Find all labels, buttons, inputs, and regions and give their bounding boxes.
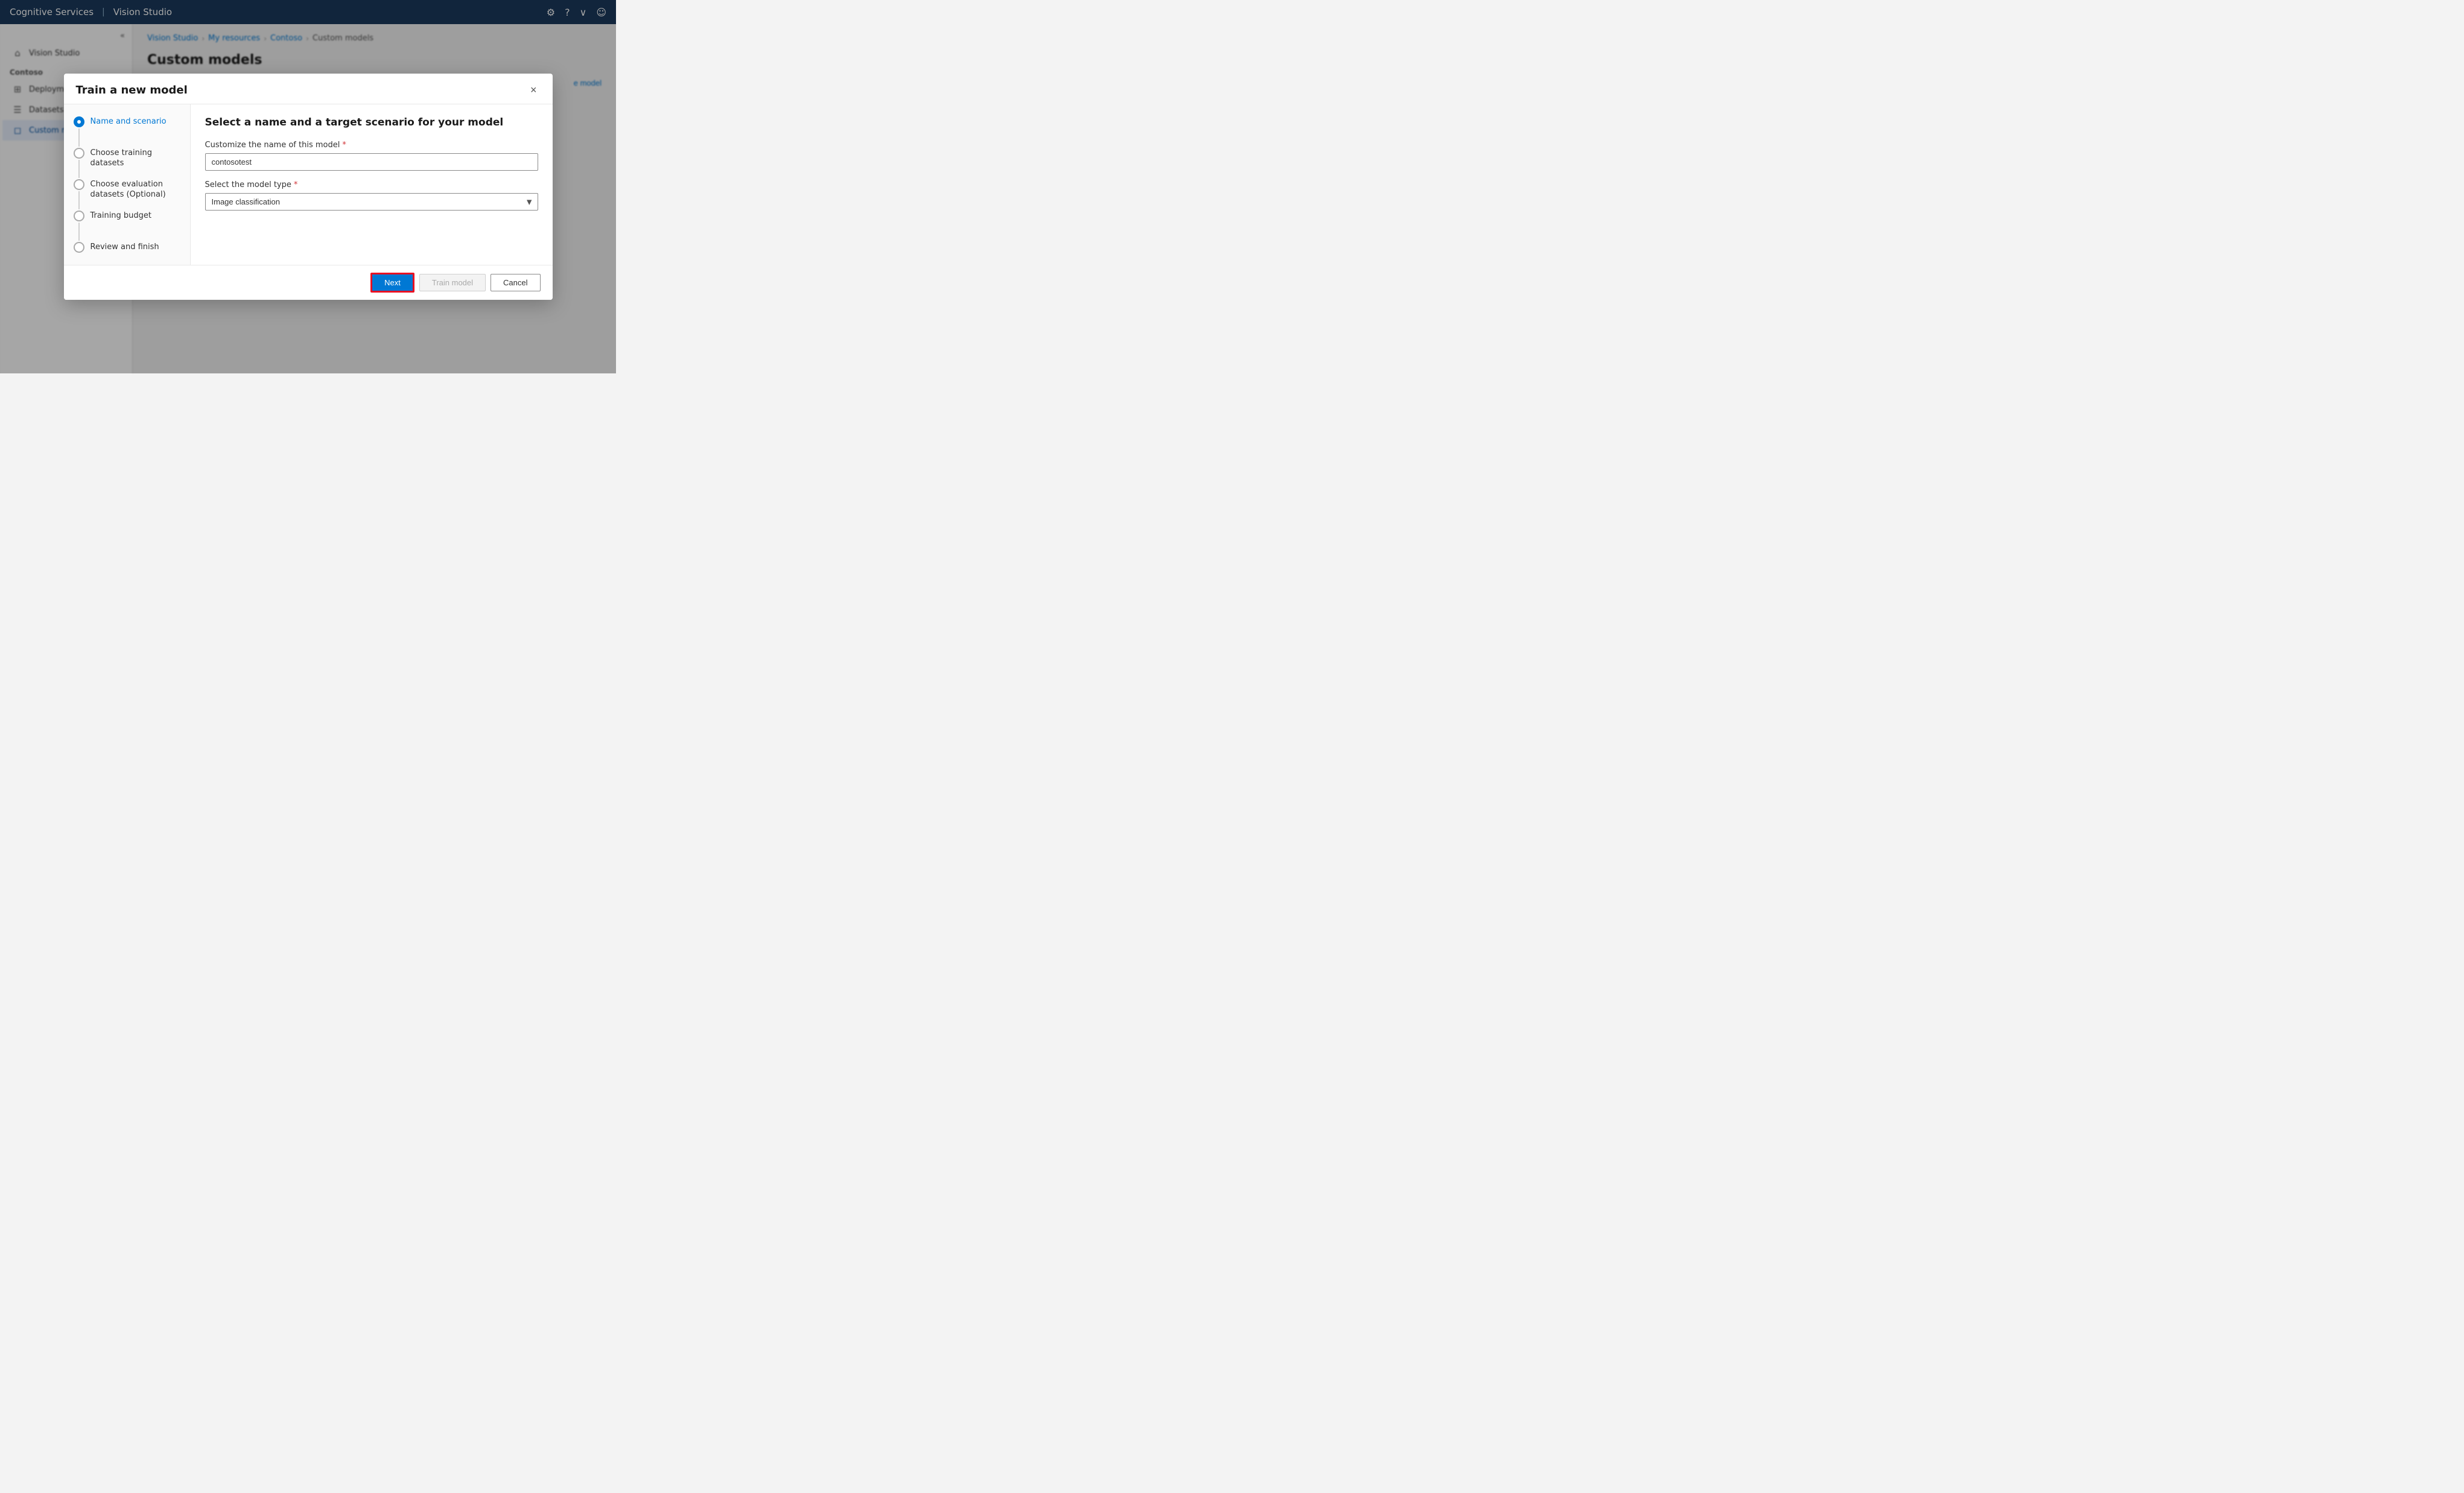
wizard-step-review-finish[interactable]: Review and finish [74,242,180,253]
train-model-button: Train model [419,274,486,291]
wizard-content-panel: Select a name and a target scenario for … [191,104,553,265]
model-name-required: * [342,141,346,150]
step-1-indicator [74,116,84,148]
wizard-step-evaluation-datasets[interactable]: Choose evaluation datasets (Optional) [74,179,180,211]
model-type-field: Select the model type * Image classifica… [205,180,538,211]
model-type-label: Select the model type * [205,180,538,189]
step-1-dot [74,116,84,127]
step-5-dot [74,242,84,253]
model-name-input[interactable] [205,153,538,171]
cancel-button[interactable]: Cancel [491,274,540,291]
step-3-label: Choose evaluation datasets (Optional) [90,179,180,200]
model-type-select-wrapper: Image classification Object detection ▼ [205,193,538,211]
step-4-dot [74,211,84,221]
step-5-label: Review and finish [90,242,159,253]
step-4-label: Training budget [90,211,152,221]
modal-overlay: Train a new model × Name and scenario [0,0,616,373]
dialog-footer: Next Train model Cancel [64,265,553,300]
step-4-line [78,223,80,241]
wizard-content-title: Select a name and a target scenario for … [205,116,538,128]
model-type-select[interactable]: Image classification Object detection [205,193,538,211]
step-3-line [78,191,80,209]
train-model-dialog: Train a new model × Name and scenario [64,74,553,300]
model-name-label: Customize the name of this model * [205,141,538,150]
step-1-label: Name and scenario [90,116,167,127]
model-name-field: Customize the name of this model * [205,141,538,171]
step-3-indicator [74,179,84,211]
step-5-indicator [74,242,84,253]
footer-right: Next Train model Cancel [370,273,540,293]
next-button[interactable]: Next [370,273,414,293]
step-2-label: Choose training datasets [90,148,180,169]
step-2-indicator [74,148,84,179]
step-1-line [78,128,80,147]
dialog-title: Train a new model [76,84,188,97]
wizard-step-name-scenario[interactable]: Name and scenario [74,116,180,148]
dialog-close-button[interactable]: × [527,83,541,97]
step-2-dot [74,148,84,159]
wizard-step-training-datasets[interactable]: Choose training datasets [74,148,180,179]
step-3-dot [74,179,84,190]
wizard-steps-panel: Name and scenario Choose training datase… [64,104,191,265]
dialog-header: Train a new model × [64,74,553,104]
step-4-indicator [74,211,84,242]
dialog-body: Name and scenario Choose training datase… [64,104,553,265]
wizard-step-training-budget[interactable]: Training budget [74,211,180,242]
model-type-required: * [294,180,298,189]
step-2-line [78,160,80,178]
